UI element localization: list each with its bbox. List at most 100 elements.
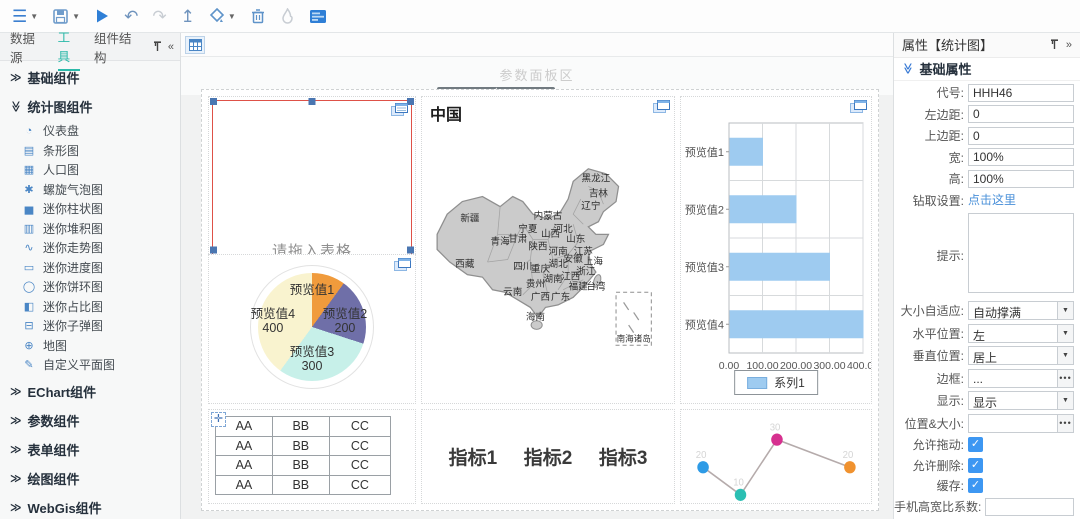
component-edit-icon[interactable] (391, 103, 408, 121)
property-row: 垂直位置: 居上 ▼ (894, 346, 1074, 365)
component-edit-icon[interactable] (653, 100, 670, 118)
property-ellipsis[interactable]: ... ••• (968, 368, 1074, 388)
sidebar-section-1[interactable]: ≫ 统计图组件 (0, 92, 180, 121)
sidebar-section-4[interactable]: ≫ 表单组件 (0, 435, 180, 464)
population-chart-icon: ▦ (23, 164, 35, 177)
property-label: 宽: (948, 150, 964, 165)
tooltip-textarea[interactable] (968, 212, 1074, 293)
property-select[interactable]: 自动撑满 ▼ (968, 301, 1074, 320)
property-checkbox[interactable]: ✓ (968, 478, 983, 493)
pin-icon[interactable] (1050, 39, 1059, 50)
chevron-down-icon: ▼ (1057, 392, 1073, 409)
sidebar-item-map[interactable]: ⊕ 地图 (0, 336, 180, 356)
table-cell: AA (215, 474, 273, 495)
pie-slice-label: 预览值1 (289, 283, 335, 297)
property-checkbox[interactable]: ✓ (968, 457, 983, 473)
component-edit-icon[interactable] (394, 258, 411, 276)
property-label: 高: (948, 172, 964, 186)
upload-button[interactable]: ↥ (181, 8, 195, 25)
property-select[interactable]: 居上 ▼ (968, 346, 1074, 365)
sidebar-section-2[interactable]: ≫ EChart组件 (0, 377, 180, 406)
property-checkbox[interactable]: ✓ (968, 437, 983, 452)
grid-settings-button[interactable] (185, 35, 205, 54)
sidebar-item-population-chart[interactable]: ▦ 人口图 (0, 160, 180, 180)
collapse-left-icon[interactable]: « (168, 41, 174, 53)
line-chart-cell[interactable]: 20 10 30 20 (680, 409, 872, 504)
move-handle-icon[interactable]: ✛ (211, 412, 226, 427)
property-label: 水平位置: (912, 326, 964, 341)
data-table-cell[interactable]: ✛ AA BB CC AA BB CC AA BB CC AA BB CC (208, 409, 416, 504)
property-ellipsis[interactable]: ••• (968, 413, 1074, 433)
sidebar-item-mini-stacked[interactable]: ▥ 迷你堆积图 (0, 219, 180, 239)
sidebar-item-mini-donut[interactable]: ◯ 迷你饼环图 (0, 277, 180, 297)
chevron-down-icon: ▼ (1057, 347, 1073, 364)
svg-text:预览值4: 预览值4 (685, 317, 724, 331)
pie-chart-cell[interactable]: 预览值1预览值2预览值3预览值4 预览值1 预览值2200 预览值3300 预览值44… (208, 254, 416, 404)
chevron-down-icon: ▼ (227, 11, 236, 21)
property-input[interactable] (968, 126, 1074, 145)
property-row: 缓存: ✓ (894, 477, 1074, 494)
mini-column-icon: ▅ (24, 203, 34, 216)
property-input[interactable] (968, 105, 1074, 123)
svg-text:20: 20 (696, 450, 707, 461)
resize-handle-ne[interactable] (407, 98, 414, 105)
sidebar-item-mini-progress[interactable]: ▭ 迷你进度图 (0, 258, 180, 278)
resize-handle-e[interactable] (407, 246, 414, 254)
sidebar-section-0[interactable]: ≫ 基础组件 (0, 63, 180, 92)
sidebar-item-mini-column[interactable]: ▅ 迷你柱状图 (0, 199, 180, 219)
sidebar-section-5[interactable]: ≫ 绘图组件 (0, 464, 180, 493)
drill-settings-link[interactable]: 点击这里 (968, 193, 1016, 207)
delete-button[interactable] (250, 8, 266, 24)
resize-handle-n[interactable] (308, 98, 316, 105)
sidebar-section-3[interactable]: ≫ 参数组件 (0, 406, 180, 435)
collapse-right-icon[interactable]: » (1066, 39, 1072, 51)
sidebar-item-mini-bullet[interactable]: ⊟ 迷你子弹图 (0, 316, 180, 336)
property-input[interactable] (985, 497, 1074, 516)
kpi-cell[interactable]: 指标1 指标2 指标3 (421, 409, 675, 504)
property-input[interactable] (968, 83, 1074, 102)
pin-icon[interactable] (153, 41, 162, 52)
china-map[interactable]: 南海诸岛 新疆西藏青海甘肃内蒙古宁夏陕西山西河北黑龙江吉林辽宁山东河南安徽江苏上… (422, 115, 674, 399)
property-row: 显示: 显示 ▼ (894, 391, 1074, 410)
ellipsis-icon: ••• (1057, 369, 1073, 387)
china-map-cell[interactable]: 中国 南海诸岛 新疆 西藏 青海 甘肃 内蒙古 宁夏 陕西 山西 河北 黑龙江 … (421, 96, 675, 404)
sidebar-item-mini-trend[interactable]: ∿ 迷你走势图 (0, 238, 180, 258)
resize-handle-w[interactable] (210, 246, 217, 254)
property-input[interactable] (968, 148, 1074, 166)
property-select[interactable]: 左 ▼ (968, 323, 1074, 343)
pie-legend: 预览值1预览值2预览值3预览值4 (209, 403, 415, 404)
sidebar-item-mini-ratio[interactable]: ◧ 迷你占比图 (0, 297, 180, 317)
bar-chart-cell[interactable]: 预览值1 预览值2 预览值3 预览值4 0.00 100.00 200.00 300.00 40… (680, 96, 872, 404)
property-label: 上边距: (924, 129, 964, 143)
sidebar-item-gauge[interactable]: ◔ 仪表盘 (0, 121, 180, 141)
svg-text:30: 30 (770, 422, 781, 433)
chevron-down-icon[interactable]: ≫ (901, 63, 914, 75)
chevron-icon: ≫ (10, 501, 22, 514)
resize-handle-nw[interactable] (210, 98, 217, 105)
chevron-icon: ≫ (9, 100, 22, 113)
mini-bullet-icon: ⊟ (24, 320, 34, 333)
format-paint-button[interactable]: ▼ (209, 8, 236, 24)
property-input[interactable] (968, 169, 1074, 188)
hand-tool-button[interactable] (280, 8, 295, 24)
province-label: 陕西 (528, 240, 547, 252)
province-label: 新疆 (460, 213, 480, 225)
sidebar-item-custom-plan[interactable]: ✎ 自定义平面图 (0, 355, 180, 375)
menu-button[interactable]: ☰ ▼ (12, 8, 38, 25)
run-button[interactable] (94, 8, 110, 24)
sidebar-item-bar-chart[interactable]: ▤ 条形图 (0, 141, 180, 161)
component-edit-icon[interactable] (850, 100, 867, 118)
undo-icon: ↶ (124, 6, 139, 26)
svg-text:300.00: 300.00 (813, 360, 845, 372)
sidebar-item-spiral-bubble[interactable]: ✱ 螺旋气泡图 (0, 180, 180, 200)
top-toolbar: ☰ ▼ ▼ ↶ ↷ ↥ ▼ (0, 0, 1080, 33)
trash-icon (251, 9, 264, 24)
chevron-icon: ≫ (10, 385, 22, 398)
sidebar-section-6[interactable]: ≫ WebGis组件 (0, 493, 180, 519)
property-select[interactable]: 显示 ▼ (968, 391, 1074, 410)
redo-button[interactable]: ↷ (152, 8, 166, 25)
menu-icon: ☰ (12, 6, 28, 26)
undo-button[interactable]: ↶ (124, 8, 138, 25)
svg-text:预览值1: 预览值1 (685, 145, 724, 159)
panel-settings-button[interactable] (309, 9, 327, 24)
